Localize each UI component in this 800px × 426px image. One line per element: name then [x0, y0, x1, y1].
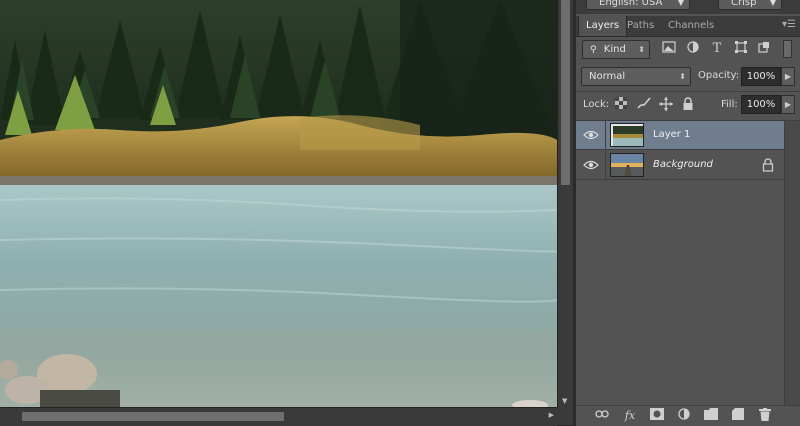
layer-thumbnail[interactable]	[610, 123, 644, 147]
fill-chevron-icon[interactable]: ▶	[781, 95, 795, 114]
filter-toggle-switch[interactable]	[783, 40, 792, 58]
lock-label: Lock:	[583, 99, 610, 110]
filter-kind-dropdown[interactable]: ⚲ Kind ⬍	[582, 40, 650, 59]
layer-row-layer-1[interactable]: Layer 1	[576, 121, 784, 150]
filter-row: ⚲ Kind ⬍ T	[576, 37, 800, 63]
image-filter-icon[interactable]	[661, 41, 677, 57]
layers-scrollbar[interactable]	[784, 121, 800, 405]
lock-row: Lock: Fill: 100% ▶	[576, 92, 800, 118]
layer-thumbnail[interactable]	[610, 153, 644, 177]
fill-label: Fill:	[721, 99, 738, 110]
adjustment-layer-icon[interactable]	[676, 408, 692, 424]
layers-panel: English: USA ▼ Crisp ▼ Layers Paths Chan…	[576, 0, 800, 426]
eye-icon[interactable]	[583, 158, 599, 172]
layer-row-background[interactable]: Background	[576, 151, 784, 180]
lock-icon[interactable]	[762, 158, 774, 172]
layer-name[interactable]: Background	[653, 159, 713, 170]
language-dropdown[interactable]: English: USA ▼	[586, 0, 690, 10]
lock-all-icon[interactable]	[680, 97, 696, 113]
chevron-updown-icon: ⬍	[679, 72, 686, 81]
blend-mode-label: Normal	[589, 71, 626, 82]
scroll-down-arrow-icon[interactable]: ▼	[562, 397, 567, 405]
lock-image-icon[interactable]	[636, 97, 652, 113]
column-divider	[605, 121, 606, 150]
canvas-horizontal-scrollbar[interactable]: ▶	[0, 407, 557, 426]
lock-transparent-icon[interactable]	[613, 97, 629, 113]
type-filter-icon[interactable]: T	[709, 41, 725, 57]
eye-icon[interactable]	[583, 128, 599, 142]
panel-tabbar: Layers Paths Channels ▾☰	[576, 16, 800, 37]
language-label: English: USA	[599, 0, 663, 8]
antialias-dropdown[interactable]: Crisp ▼	[718, 0, 782, 10]
tab-paths[interactable]: Paths	[620, 16, 661, 36]
new-layer-icon[interactable]	[730, 408, 746, 424]
new-group-icon[interactable]	[703, 408, 719, 424]
options-strip: English: USA ▼ Crisp ▼	[576, 0, 800, 14]
add-mask-icon[interactable]	[649, 408, 665, 424]
opacity-label: Opacity:	[698, 70, 740, 81]
document-canvas[interactable]	[0, 0, 557, 407]
adjustment-filter-icon[interactable]	[685, 41, 701, 57]
blend-mode-dropdown[interactable]: Normal ⬍	[581, 67, 691, 86]
opacity-input[interactable]: 100%	[741, 67, 781, 86]
fill-input[interactable]: 100%	[741, 95, 781, 114]
filter-kind-label: Kind	[603, 44, 626, 55]
column-divider	[605, 151, 606, 180]
fx-icon[interactable]: fx	[622, 408, 638, 424]
layers-bottom-bar: fx	[576, 405, 800, 426]
canvas-vertical-scrollbar[interactable]: ▼	[557, 0, 574, 407]
panel-menu-icon[interactable]: ▾☰	[782, 19, 796, 30]
horizontal-scroll-thumb[interactable]	[22, 412, 284, 421]
landscape-image	[0, 0, 557, 407]
chevron-down-icon: ▼	[677, 0, 684, 7]
opacity-chevron-icon[interactable]: ▶	[781, 67, 795, 86]
antialias-label: Crisp	[731, 0, 757, 8]
blend-row: Normal ⬍ Opacity: 100% ▶	[576, 64, 800, 90]
lock-position-icon[interactable]	[658, 97, 674, 113]
smart-object-filter-icon[interactable]	[756, 41, 772, 57]
vertical-scroll-thumb[interactable]	[561, 0, 570, 185]
shape-filter-icon[interactable]	[733, 41, 749, 57]
layer-name[interactable]: Layer 1	[653, 129, 690, 140]
scrollbar-corner	[557, 407, 574, 425]
chevron-down-icon: ▼	[769, 0, 776, 7]
search-icon: ⚲	[590, 45, 597, 55]
scroll-right-arrow-icon[interactable]: ▶	[549, 411, 554, 419]
delete-layer-icon[interactable]	[757, 408, 773, 424]
link-layers-icon[interactable]	[594, 408, 610, 424]
tab-channels[interactable]: Channels	[661, 16, 721, 36]
chevron-updown-icon: ⬍	[638, 45, 645, 54]
